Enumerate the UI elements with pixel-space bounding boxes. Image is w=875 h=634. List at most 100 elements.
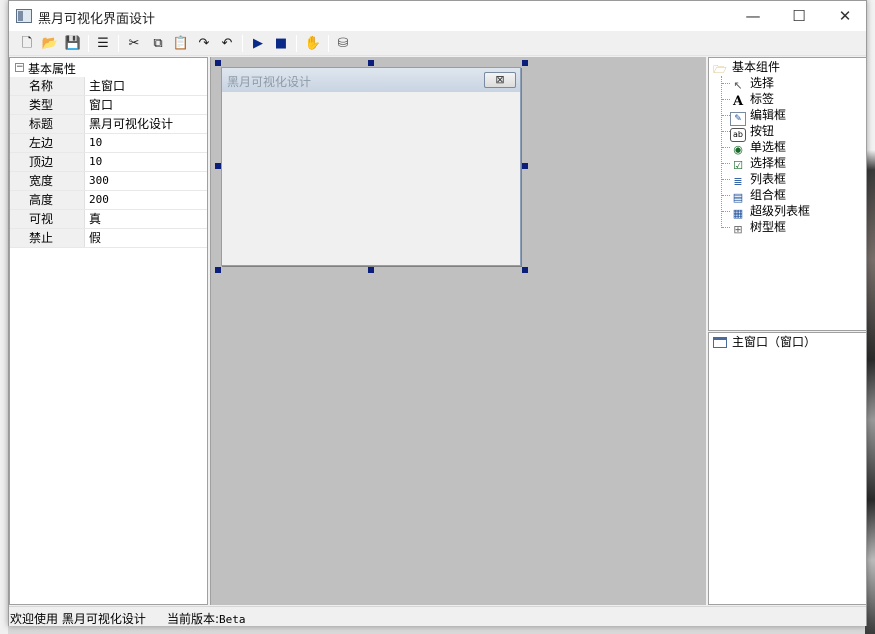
- property-value[interactable]: 10: [86, 134, 207, 152]
- form-close-icon[interactable]: ⊠: [484, 72, 516, 88]
- window-icon: [713, 337, 727, 348]
- resize-handle-top-left[interactable]: [215, 60, 221, 66]
- treeview-icon: ⊞: [733, 223, 743, 236]
- property-value[interactable]: 主窗口: [86, 77, 207, 95]
- property-key: 左边: [10, 134, 85, 152]
- toolbar-separator: [88, 35, 89, 52]
- property-row-visible[interactable]: 可视 真: [10, 210, 207, 229]
- collapse-icon[interactable]: −: [15, 63, 24, 72]
- property-row-type[interactable]: 类型 窗口: [10, 96, 207, 115]
- property-value[interactable]: 假: [86, 229, 207, 247]
- new-icon[interactable]: 🗋: [17, 34, 37, 53]
- property-row-height[interactable]: 高度 200: [10, 191, 207, 210]
- component-item-button[interactable]: ab 按钮: [730, 123, 774, 142]
- status-version-label: 当前版本:: [167, 612, 220, 626]
- tree-guide-line: [722, 195, 730, 196]
- paste-icon[interactable]: 📋: [171, 34, 191, 53]
- tree-guide-line: [722, 115, 730, 116]
- form-title-bar[interactable]: 黑月可视化设计 ⊠: [222, 68, 520, 92]
- component-item-listview[interactable]: ▦ 超级列表框: [730, 203, 811, 220]
- property-value[interactable]: 窗口: [86, 96, 207, 114]
- desktop-background-left: [0, 0, 8, 634]
- toolbar-separator: [328, 35, 329, 52]
- toolbar-separator: [296, 35, 297, 52]
- copy-icon[interactable]: ⧉: [148, 34, 168, 53]
- property-value[interactable]: 10: [86, 153, 207, 171]
- component-item-label: 选择框: [750, 156, 787, 170]
- property-row-name[interactable]: 名称 主窗口: [10, 77, 207, 96]
- build-icon[interactable]: ⛁: [333, 34, 353, 53]
- tree-guide-line: [722, 211, 730, 212]
- title-bar[interactable]: 黑月可视化界面设计 — ☐ ✕: [9, 1, 866, 31]
- status-version-value: Beta: [219, 613, 246, 626]
- component-item-label: 单选框: [750, 140, 787, 154]
- run-icon[interactable]: ▶: [248, 34, 268, 53]
- component-item-treeview[interactable]: ⊞ 树型框: [730, 219, 787, 236]
- resize-handle-bottom-right[interactable]: [522, 267, 528, 273]
- component-item-label-control[interactable]: A 标签: [730, 91, 775, 109]
- property-key: 名称: [10, 77, 85, 95]
- undo-icon[interactable]: ↶: [217, 34, 237, 53]
- property-key: 宽度: [10, 172, 85, 190]
- property-panel: − 基本属性 名称 主窗口 类型 窗口 标题 黑月可视化设计 左边 10 顶边 …: [9, 57, 208, 605]
- component-item-editbox[interactable]: ✎ 编辑框: [730, 107, 786, 126]
- tree-guide-line: [722, 179, 730, 180]
- toolbar: 🗋 📂 💾 ☰ ✂ ⧉ 📋 ↷ ↶ ▶ ■ ✋ ⛁: [9, 31, 866, 56]
- resize-handle-bottom[interactable]: [368, 267, 374, 273]
- property-value[interactable]: 200: [86, 191, 207, 209]
- maximize-button[interactable]: ☐: [776, 1, 822, 31]
- cut-icon[interactable]: ✂: [124, 34, 144, 53]
- tree-guide-line: [722, 83, 730, 84]
- resize-handle-top[interactable]: [368, 60, 374, 66]
- tree-guide-line: [722, 99, 730, 100]
- toolbar-separator: [242, 35, 243, 52]
- component-item-listbox[interactable]: ≣ 列表框: [730, 171, 786, 188]
- designer-window: 黑月可视化界面设计 — ☐ ✕ 🗋 📂 💾 ☰ ✂ ⧉ 📋 ↷ ↶ ▶ ■ ✋ …: [8, 0, 867, 626]
- resize-handle-top-right[interactable]: [522, 60, 528, 66]
- tree-guide-line: [722, 147, 730, 148]
- component-item-label: 超级列表框: [750, 204, 811, 218]
- resize-handle-right[interactable]: [522, 163, 528, 169]
- object-tree-item-main-window[interactable]: 主窗口（窗口）: [713, 334, 816, 350]
- component-panel: 🗁 基本组件 ↖ 选择 A 标签 ✎ 编辑框 ab 按钮 ◉ 单选框 ☑ 选择框 ≣ 列表框: [708, 57, 867, 331]
- property-group-header[interactable]: − 基本属性: [10, 58, 207, 77]
- design-canvas[interactable]: 黑月可视化设计 ⊠: [210, 57, 706, 605]
- list-icon[interactable]: ☰: [93, 34, 113, 53]
- stop-icon[interactable]: ■: [271, 34, 291, 53]
- property-row-width[interactable]: 宽度 300: [10, 172, 207, 191]
- minimize-button[interactable]: —: [730, 1, 776, 31]
- property-row-left[interactable]: 左边 10: [10, 134, 207, 153]
- component-item-label: 标签: [750, 92, 775, 106]
- hand-icon[interactable]: ✋: [303, 34, 323, 53]
- property-value[interactable]: 黑月可视化设计: [86, 115, 207, 133]
- object-tree-item-label: 主窗口（窗口）: [732, 335, 817, 349]
- component-item-radio[interactable]: ◉ 单选框: [730, 139, 787, 156]
- app-window-icon: [16, 9, 32, 23]
- component-item-combobox[interactable]: ▤ 组合框: [730, 187, 786, 204]
- component-item-select[interactable]: ↖ 选择: [730, 75, 774, 92]
- tree-guide-line: [722, 131, 730, 132]
- property-key: 高度: [10, 191, 85, 209]
- component-item-checkbox[interactable]: ☑ 选择框: [730, 155, 787, 172]
- component-group-label: 基本组件: [732, 60, 781, 74]
- design-form-window[interactable]: 黑月可视化设计 ⊠: [221, 67, 521, 266]
- object-tree-panel: 主窗口（窗口）: [708, 332, 867, 605]
- property-row-top[interactable]: 顶边 10: [10, 153, 207, 172]
- property-row-disabled[interactable]: 禁止 假: [10, 229, 207, 248]
- component-item-label: 树型框: [750, 220, 787, 234]
- form-title: 黑月可视化设计: [227, 75, 312, 89]
- folder-open-icon: 🗁: [713, 63, 727, 76]
- save-icon[interactable]: 💾: [63, 34, 83, 53]
- resize-handle-left[interactable]: [215, 163, 221, 169]
- redo-icon[interactable]: ↷: [194, 34, 214, 53]
- resize-handle-bottom-left[interactable]: [215, 267, 221, 273]
- property-row-title[interactable]: 标题 黑月可视化设计: [10, 115, 207, 134]
- property-key: 顶边: [10, 153, 85, 171]
- component-group-root[interactable]: 🗁 基本组件: [712, 59, 781, 76]
- tree-guide-line: [722, 227, 730, 228]
- open-icon[interactable]: 📂: [40, 34, 60, 53]
- property-value[interactable]: 真: [86, 210, 207, 228]
- toolbar-separator: [118, 35, 119, 52]
- close-button[interactable]: ✕: [822, 1, 868, 31]
- property-value[interactable]: 300: [86, 172, 207, 190]
